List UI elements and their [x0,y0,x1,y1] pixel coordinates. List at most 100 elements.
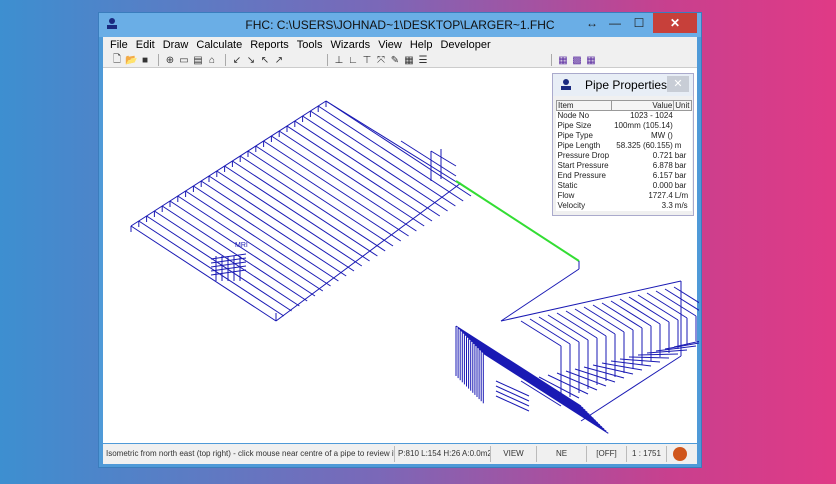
pipe[interactable] [146,215,292,312]
pipe[interactable] [474,344,601,426]
pipe[interactable] [619,358,661,363]
pipe[interactable] [628,296,670,323]
pipe[interactable] [574,308,616,335]
edit-icon[interactable]: ✎ [389,55,401,66]
pipe[interactable] [583,306,625,333]
arrow-se-icon[interactable]: ↘ [245,55,257,66]
pipe[interactable] [592,304,634,331]
pipe[interactable] [161,205,308,302]
new-icon[interactable]: 🗋 [111,52,123,69]
pipe[interactable] [628,356,670,359]
pipe[interactable] [263,140,409,237]
node-icon[interactable]: ⊥ [333,55,345,66]
pipe[interactable] [278,130,425,227]
shape-icon[interactable]: ⌂ [206,55,218,66]
pipe[interactable] [255,145,402,242]
pipe[interactable] [655,290,697,317]
pipe[interactable] [556,312,598,339]
pipe[interactable] [232,160,378,257]
pipe[interactable] [592,364,634,375]
pipe[interactable] [130,225,277,322]
grid2-icon[interactable]: ▩ [571,55,583,66]
pipe[interactable] [310,110,456,207]
arrow-sw-icon[interactable]: ↙ [231,55,243,66]
pipe[interactable] [478,348,605,430]
pipe[interactable] [286,125,433,222]
pipe[interactable] [130,100,327,227]
pipe[interactable] [583,366,625,379]
pipe[interactable] [538,316,580,343]
menu-calculate[interactable]: Calculate [192,37,246,53]
pipe[interactable] [177,195,324,292]
open-icon[interactable]: 📂 [125,55,137,66]
report-icon[interactable]: ▦ [403,55,415,66]
arrow-ne-icon[interactable]: ↗ [273,55,285,66]
pipe[interactable] [138,220,285,317]
pipe[interactable] [637,294,679,321]
zoom-icon[interactable]: ⊕ [164,55,176,66]
pipe[interactable] [208,175,355,272]
toolbar-separator [225,54,226,66]
item-cell: Start Pressure [557,161,609,170]
table-row: Node No 1023 - 1024 [557,111,692,121]
menu-wizards[interactable]: Wizards [326,37,374,53]
pipe[interactable] [565,310,607,337]
pipe[interactable] [619,298,661,325]
pipe[interactable] [271,135,417,232]
rect-icon[interactable]: ▭ [178,55,190,66]
panel-close-button[interactable]: ✕ [667,76,689,92]
branch-icon[interactable]: ⤧ [375,55,387,66]
grid-icon[interactable]: ▦ [557,55,569,66]
value-cell: 0.000 [652,181,673,190]
pipe[interactable] [664,288,706,315]
menu-help[interactable]: Help [406,37,437,53]
pipe[interactable] [547,314,589,341]
elbow-icon[interactable]: ∟ [347,55,359,66]
pipe[interactable] [247,150,394,247]
table-row: Flow 1727.4 L/m [557,191,692,201]
list-icon[interactable]: ☰ [417,55,429,66]
pipe[interactable] [565,370,607,387]
toolbar: 🗋 📂 ■ ⊕ ▭ ▤ ⌂ ↙ ↘ ↖ ↗ ⊥ ∟ ⊤ ⤧ ✎ ▦ ☰ ▦ ▩ ▦ [103,53,697,68]
menu-edit[interactable]: Edit [132,37,159,53]
pipe[interactable] [239,155,386,252]
pipe[interactable] [466,336,592,417]
column-header[interactable]: Value [610,100,675,111]
menu-draw[interactable]: Draw [159,37,193,53]
menu-developer[interactable]: Developer [436,37,494,53]
column-header[interactable]: Unit [673,100,692,111]
unit-cell: m [674,141,682,150]
pipe[interactable] [476,346,603,428]
save-icon[interactable]: ■ [139,55,151,66]
pipe[interactable] [601,302,643,329]
menu-view[interactable]: View [374,37,406,53]
pipe[interactable] [294,120,441,217]
menu-reports[interactable]: Reports [246,37,293,53]
pipe[interactable] [529,318,571,345]
maximize-button[interactable]: ☐ [625,13,653,33]
pipe[interactable] [500,268,580,322]
pipe[interactable] [480,350,607,432]
pipe[interactable] [468,338,594,420]
value-cell: MW () [651,131,673,140]
column-header[interactable]: Item [556,100,612,111]
pipe[interactable] [520,320,562,347]
arrow-nw-icon[interactable]: ↖ [259,55,271,66]
pipe[interactable] [430,150,457,167]
pipe[interactable] [610,300,652,327]
pipe[interactable] [216,170,363,267]
tee-icon[interactable]: ⊤ [361,55,373,66]
menu-tools[interactable]: Tools [293,37,327,53]
stop-icon[interactable] [673,447,687,461]
pipe[interactable] [637,353,679,356]
pipe[interactable] [325,100,472,197]
pipe[interactable] [185,190,331,287]
pipe[interactable] [154,210,300,307]
pipe[interactable] [275,182,462,322]
close-button[interactable]: ✕ [653,13,697,33]
grid3-icon[interactable]: ▦ [585,55,597,66]
window-icon[interactable]: ▤ [192,55,204,66]
pipe[interactable] [500,280,682,322]
pipe[interactable] [400,140,457,177]
pipe[interactable] [574,368,616,383]
